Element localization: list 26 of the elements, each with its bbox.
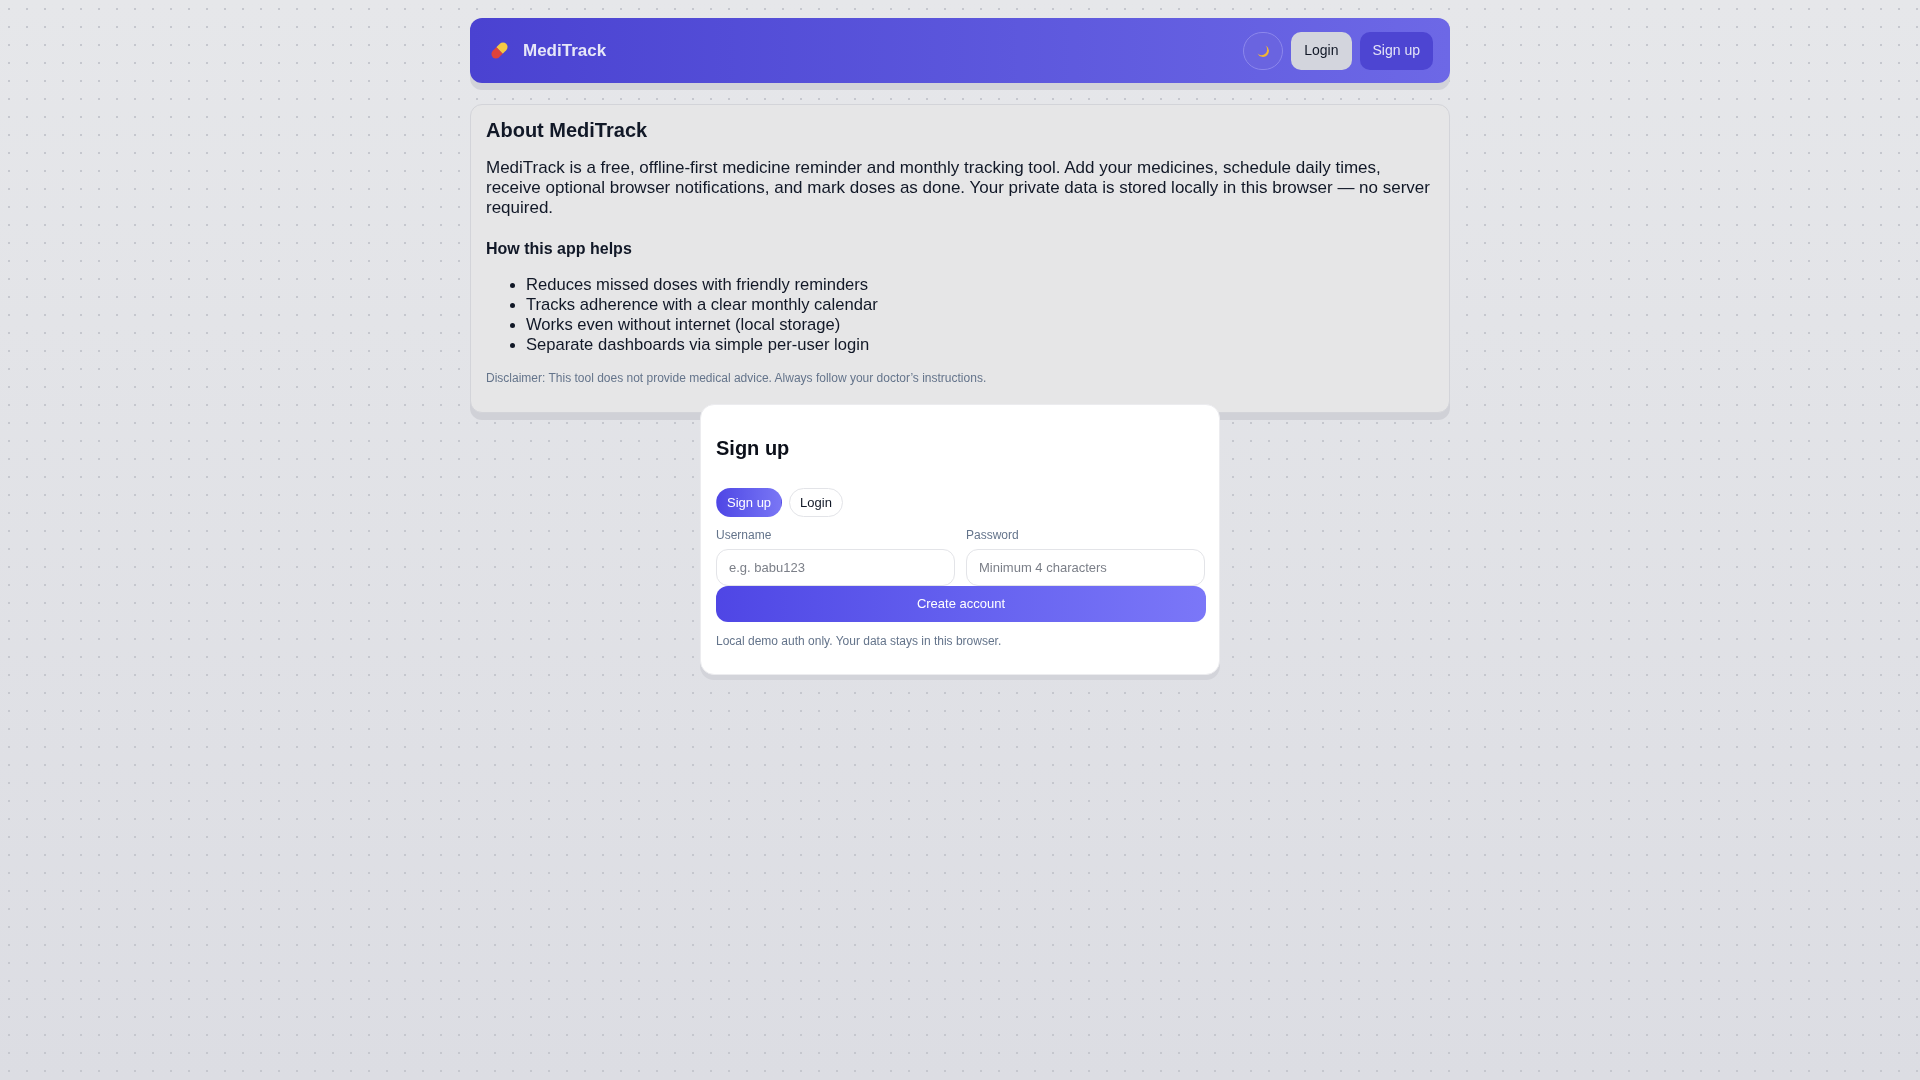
text-input[interactable]: e.g. babu123 <box>716 549 955 586</box>
sign-up-button[interactable]: Sign up <box>1359 31 1433 70</box>
login-button[interactable]: Login <box>1291 31 1352 70</box>
bullet-icon <box>510 322 515 328</box>
disclaimer-text: Disclaimer: This tool does not provide medical advice. Always follow your doctor’s instructions. <box>486 371 988 385</box>
auth-tab[interactable]: Sign up <box>716 488 783 517</box>
bullet-icon <box>510 282 515 288</box>
auth-note: Local demo auth only. Your data stays in this browser. <box>716 634 1003 648</box>
field-label: Username <box>716 528 773 542</box>
moon-icon <box>1256 43 1271 58</box>
theme-toggle-button[interactable] <box>1243 31 1284 70</box>
auth-tab[interactable]: Login <box>789 488 843 517</box>
benefit-text: Separate dashboards via simple per-user login <box>526 335 870 355</box>
brand-name: MediTrack <box>523 39 607 62</box>
benefit-text: Reduces missed doses with friendly reminders <box>526 275 869 295</box>
text-input[interactable]: Minimum 4 characters <box>966 549 1205 586</box>
benefits-heading: How this app helps <box>486 239 633 259</box>
create-account-button[interactable]: Create account <box>716 586 1206 622</box>
bullet-icon <box>510 302 515 308</box>
benefit-text: Tracks adherence with a clear monthly calendar <box>526 295 878 315</box>
benefit-text: Works even without internet (local storage) <box>526 315 841 335</box>
bullet-icon <box>510 342 515 348</box>
signup-title: Sign up <box>716 436 791 460</box>
about-title: About MediTrack <box>486 118 649 142</box>
field-label: Password <box>966 528 1020 542</box>
about-description: MediTrack is a free, offline-first medicine reminder and monthly tracking tool. Add your medicines, schedule daily times, receive optional browser notifications, and mark doses as done. Your private data is stored locally in this browser — no server required. <box>486 158 1431 218</box>
